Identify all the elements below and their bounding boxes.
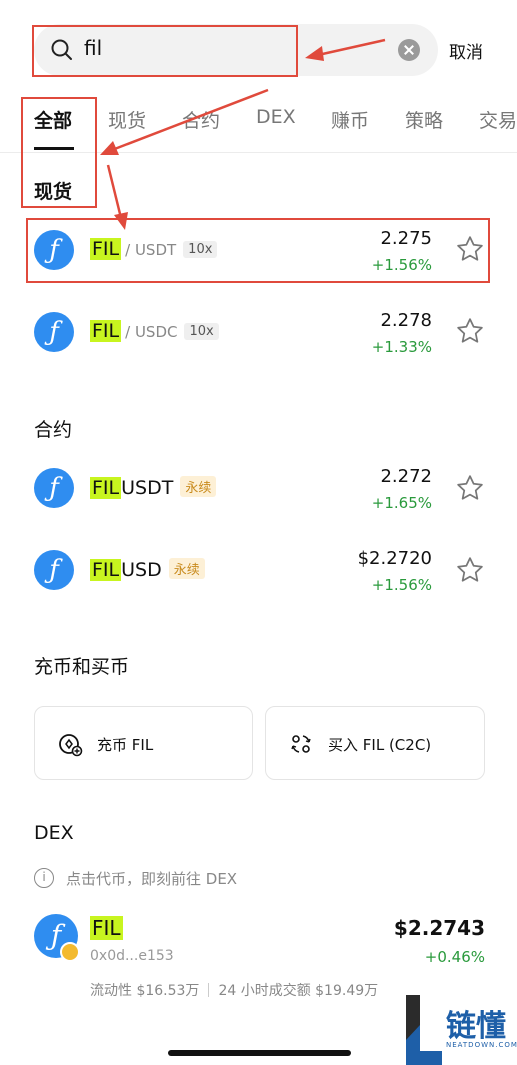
deposit-fil-button[interactable]: 充币 FIL	[34, 706, 253, 780]
star-icon[interactable]	[455, 473, 485, 503]
fil-coin-icon: ƒ	[34, 550, 74, 590]
section-title-futures: 合约	[34, 419, 73, 441]
buy-fil-c2c-button[interactable]: 买入 FIL (C2C)	[265, 706, 485, 780]
pair-quote: / USDC	[125, 323, 178, 341]
spot-row-fil-usdc[interactable]: ƒ FIL / USDC 10x 2.278 +1.33%	[0, 298, 517, 364]
tab-dex[interactable]: DEX	[256, 106, 296, 128]
buy-label: 买入 FIL (C2C)	[328, 736, 432, 754]
deposit-label: 充币 FIL	[97, 736, 154, 754]
cancel-button[interactable]: 取消	[449, 38, 483, 63]
leverage-badge: 10x	[184, 323, 219, 340]
price: 2.272	[380, 466, 432, 487]
annotation-box-search	[32, 25, 298, 77]
watermark-logo: 链懂 NEATDOWN.COM	[402, 995, 517, 1065]
watermark-subtext: NEATDOWN.COM	[446, 1041, 517, 1049]
dex-volume: 24 小时成交额 $19.49万	[218, 983, 379, 999]
deposit-icon	[59, 734, 83, 757]
perpetual-badge: 永续	[180, 476, 217, 497]
dex-token-address: 0x0d...e153	[90, 948, 174, 964]
price: 2.278	[380, 310, 432, 331]
change: +1.65%	[371, 494, 432, 512]
tab-spot[interactable]: 现货	[108, 106, 146, 133]
category-tabs: 全部 现货 合约 DEX 赚币 策略 交易	[34, 106, 517, 136]
tab-strategy[interactable]: 策略	[405, 106, 443, 133]
section-title-deposit-buy: 充币和买币	[34, 656, 130, 678]
clear-search-icon[interactable]	[398, 39, 420, 61]
tab-futures[interactable]: 合约	[182, 106, 220, 133]
tab-trade[interactable]: 交易	[479, 106, 517, 133]
tab-earn[interactable]: 赚币	[331, 106, 369, 133]
star-icon[interactable]	[455, 555, 485, 585]
futures-row-filusd[interactable]: ƒ FIL USD 永续 $2.2720 +1.56%	[0, 537, 517, 603]
star-icon[interactable]	[455, 316, 485, 346]
dex-change: +0.46%	[424, 948, 485, 966]
dex-liquidity: 流动性 $16.53万	[90, 983, 200, 999]
home-indicator	[168, 1050, 351, 1056]
watermark-l-icon	[406, 995, 442, 1065]
change: +1.33%	[371, 338, 432, 356]
annotation-box-row	[26, 218, 490, 283]
annotation-box-tabs	[21, 97, 97, 208]
futures-row-filusdt[interactable]: ƒ FIL USDT 永续 2.272 +1.65%	[0, 455, 517, 521]
c2c-exchange-icon	[291, 735, 311, 753]
price: $2.2720	[357, 548, 432, 569]
bnb-chain-icon	[60, 942, 80, 962]
watermark-text: 链懂	[446, 1009, 506, 1044]
info-icon: i	[34, 868, 54, 888]
dex-info-text: 点击代币，即刻前往 DEX	[66, 870, 238, 888]
fil-coin-icon: ƒ	[34, 312, 74, 352]
pair-base: FIL	[90, 320, 122, 342]
pair-quote: USDT	[121, 477, 174, 499]
pair-base: FIL	[90, 559, 122, 581]
pair-base: FIL	[90, 477, 122, 499]
section-title-dex: DEX	[34, 822, 74, 844]
fil-coin-icon: ƒ	[34, 468, 74, 508]
perpetual-badge: 永续	[168, 558, 205, 579]
change: +1.56%	[371, 576, 432, 594]
dex-token-name: FIL	[90, 916, 123, 940]
dex-price: $2.2743	[393, 916, 485, 940]
pair-quote: USD	[121, 559, 162, 581]
